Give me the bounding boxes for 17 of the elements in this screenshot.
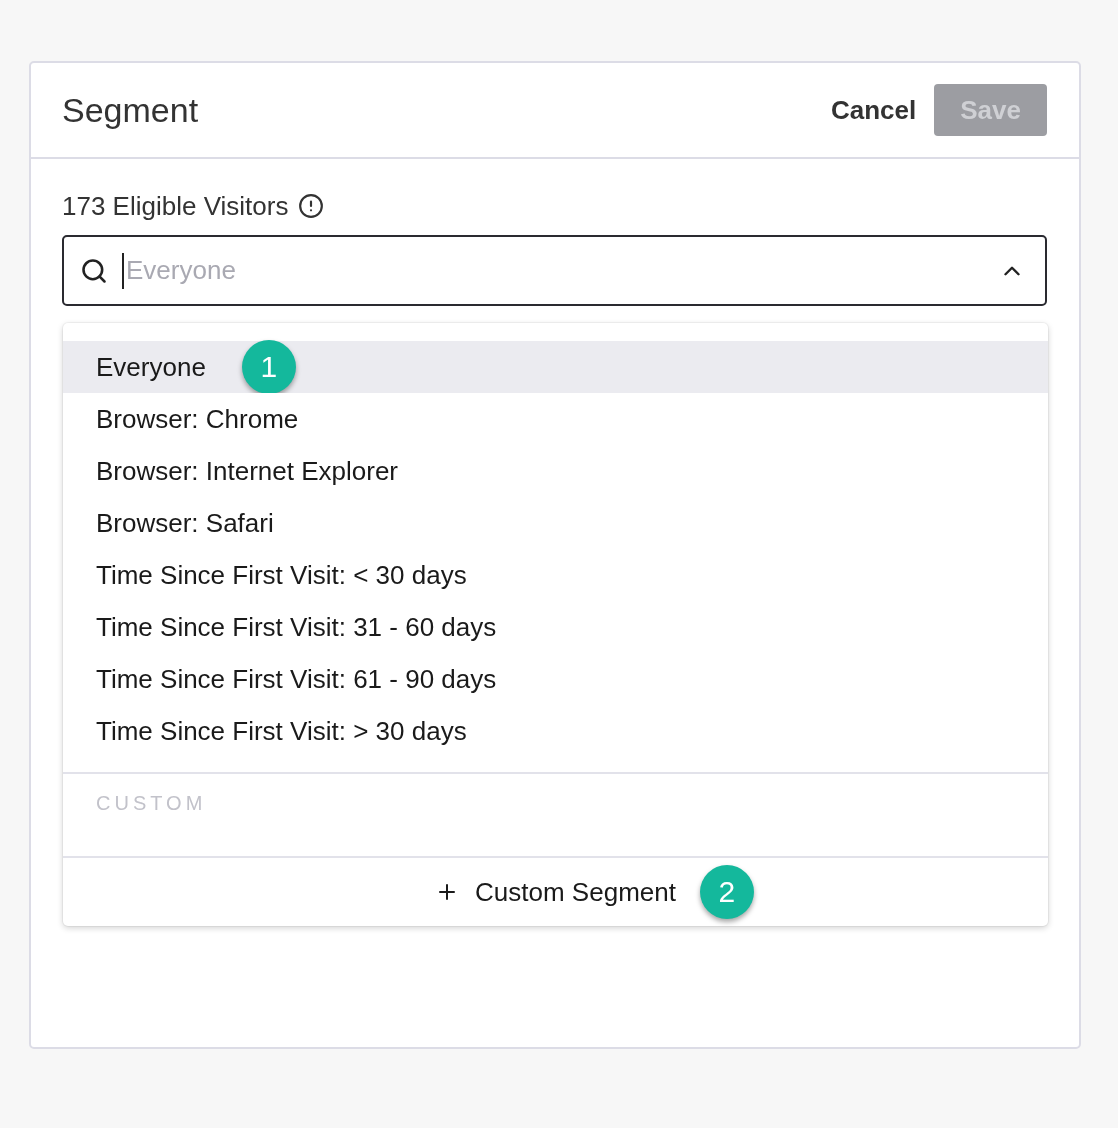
info-icon[interactable] xyxy=(298,193,325,219)
dropdown-option[interactable]: Browser: Internet Explorer xyxy=(63,445,1048,497)
eligible-visitors-label: 173 Eligible Visitors xyxy=(62,190,289,222)
section-heading: CUSTOM xyxy=(96,792,207,814)
dropdown-option[interactable]: Time Since First Visit: 61 - 90 days xyxy=(63,653,1048,705)
add-custom-segment-button[interactable]: Custom Segment xyxy=(435,876,676,908)
search-icon xyxy=(80,256,108,285)
dropdown-option[interactable]: Time Since First Visit: 31 - 60 days xyxy=(63,601,1048,653)
dropdown-option[interactable]: Browser: Chrome xyxy=(63,393,1048,445)
text-cursor xyxy=(122,252,124,289)
dialog-title: Segment xyxy=(62,90,199,130)
dropdown-option[interactable]: Browser: Safari xyxy=(63,497,1048,549)
step-callout: 2 xyxy=(699,865,754,919)
search-field[interactable]: Everyone xyxy=(62,235,1047,306)
dropdown-option[interactable]: Time Since First Visit: > 30 days xyxy=(63,705,1048,757)
dropdown-option[interactable]: Time Since First Visit: < 30 days xyxy=(63,549,1048,601)
cancel-button[interactable]: Cancel xyxy=(829,84,919,136)
